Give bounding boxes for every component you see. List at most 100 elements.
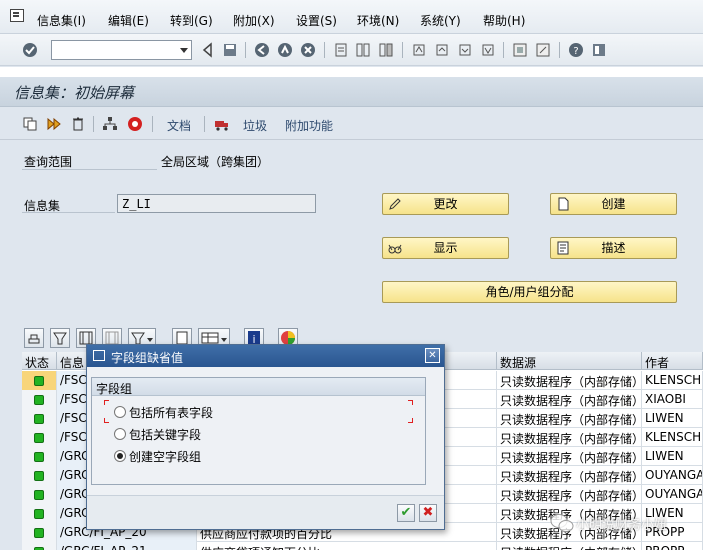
table-row[interactable]: /GRC/FI_AP_21 供应商贷项通知百分比 只读数据程序（内部存储） PR… (22, 542, 703, 550)
menu-settings[interactable]: 设置(S) (296, 12, 337, 29)
extras-button[interactable]: 附加功能 (285, 117, 333, 134)
menu-help[interactable]: 帮助(H) (483, 12, 525, 29)
customize-layout-icon[interactable] (591, 42, 607, 58)
menu-infoset[interactable]: 信息集(I) (37, 12, 86, 29)
status-cell (22, 485, 57, 504)
menu-goto[interactable]: 转到(G) (170, 12, 213, 29)
last-page-icon[interactable] (480, 42, 496, 58)
help-icon[interactable]: ? (568, 42, 584, 58)
trash-truck-icon[interactable] (214, 116, 230, 132)
generate-icon[interactable] (46, 116, 62, 132)
cancel-button[interactable]: ✖ (419, 504, 437, 522)
description-cell: 供应商贷项通知百分比 (197, 542, 497, 550)
radio-button[interactable] (114, 428, 126, 440)
find-next-icon[interactable] (378, 42, 394, 58)
source-cell: 只读数据程序（内部存储） (497, 428, 642, 447)
enter-check-icon[interactable] (22, 42, 38, 58)
status-cell (22, 447, 57, 466)
green-status-icon (34, 490, 44, 500)
sort-ascending-icon (53, 332, 67, 345)
standard-toolbar: ? (0, 34, 703, 66)
change-button-label: 更改 (433, 197, 458, 211)
role-usergroup-assign-button[interactable]: 角色/用户组分配 (382, 281, 677, 303)
glasses-icon (388, 244, 402, 254)
green-status-icon (34, 471, 44, 481)
col-header-status[interactable]: 状态 (22, 352, 57, 370)
application-toolbar: 文档 垃圾 附加功能 (0, 108, 703, 140)
find-icon[interactable] (355, 42, 371, 58)
green-status-icon (34, 433, 44, 443)
delete-icon[interactable] (70, 116, 86, 132)
documentation-button[interactable]: 文档 (167, 117, 191, 134)
radio-all-table-fields[interactable]: 包括所有表字段 (114, 404, 414, 420)
back-icon[interactable] (254, 42, 270, 58)
radio-key-fields[interactable]: 包括关键字段 (114, 426, 414, 442)
status-cell (22, 390, 57, 409)
change-button[interactable]: 更改 (382, 193, 509, 215)
save-icon[interactable] (222, 42, 238, 58)
menu-edit[interactable]: 编辑(E) (108, 12, 149, 29)
menu-environment[interactable]: 环境(N) (357, 12, 399, 29)
author-cell: LIWEN (642, 447, 703, 466)
create-button[interactable]: 创建 (550, 193, 677, 215)
dialog-footer: ✔ ✖ (87, 495, 444, 529)
radio-label: 包括所有表字段 (129, 406, 214, 420)
command-field[interactable] (51, 40, 192, 60)
role-usergroup-assign-label: 角色/用户组分配 (485, 285, 574, 299)
sort-ascending-button[interactable] (50, 328, 70, 348)
check-target-icon[interactable] (127, 116, 143, 132)
cross-icon: ✖ (422, 505, 434, 520)
infoset-input[interactable]: Z_LI (117, 194, 316, 213)
dialog-title: 字段组缺省值 (111, 351, 184, 365)
close-icon[interactable]: ✕ (425, 348, 440, 363)
separator-band (0, 67, 703, 77)
radio-button[interactable] (114, 406, 126, 418)
toolbar-separator (324, 42, 325, 58)
description-icon (557, 241, 569, 255)
dialog-title-bar[interactable]: 字段组缺省值 ✕ (87, 345, 444, 367)
dialog-menu-icon[interactable] (93, 350, 105, 361)
pencil-icon (389, 198, 401, 210)
watermark: 小明说财务小妞 (548, 506, 688, 542)
trash-button[interactable]: 垃圾 (243, 117, 267, 134)
status-cell (22, 523, 57, 542)
hierarchy-icon[interactable] (102, 116, 118, 132)
display-button[interactable]: 显示 (382, 237, 509, 259)
status-cell (22, 542, 57, 550)
cancel-icon[interactable] (300, 42, 316, 58)
prev-page-icon[interactable] (434, 42, 450, 58)
describe-button[interactable]: 描述 (550, 237, 677, 259)
menu-extras[interactable]: 附加(X) (233, 12, 275, 29)
confirm-button[interactable]: ✔ (397, 504, 415, 522)
radio-empty-fieldgroup[interactable]: 创建空字段组 (114, 448, 414, 464)
col-header-author[interactable]: 作者 (642, 352, 703, 370)
system-menu-icon[interactable] (10, 9, 24, 22)
author-cell: LIWEN (642, 409, 703, 428)
print-icon[interactable] (333, 42, 349, 58)
first-page-icon[interactable] (411, 42, 427, 58)
new-session-icon[interactable] (512, 42, 528, 58)
chevron-down-icon[interactable] (180, 48, 188, 53)
author-cell: XIAOBI (642, 390, 703, 409)
shortcut-icon[interactable] (535, 42, 551, 58)
menu-bar: 信息集(I) 编辑(E) 转到(G) 附加(X) 设置(S) 环境(N) 系统(… (0, 0, 703, 34)
title-bar: 信息集：初始屏幕 (0, 77, 703, 107)
exit-icon[interactable] (277, 42, 293, 58)
green-status-icon (34, 528, 44, 538)
status-cell (22, 428, 57, 447)
author-cell: KLENSCH (642, 428, 703, 447)
wechat-logo-icon (550, 514, 574, 532)
checkmark-icon: ✔ (400, 505, 412, 520)
back-arrow-icon[interactable] (200, 42, 216, 58)
next-page-icon[interactable] (457, 42, 473, 58)
col-header-source[interactable]: 数据源 (497, 352, 642, 370)
copy-icon[interactable] (22, 116, 38, 132)
status-cell (22, 371, 57, 390)
green-status-icon (34, 395, 44, 405)
radio-button-selected[interactable] (114, 450, 126, 462)
describe-button-label: 描述 (601, 241, 626, 255)
toolbar-separator (503, 42, 504, 58)
details-button[interactable] (24, 328, 44, 348)
menu-system[interactable]: 系统(Y) (420, 12, 461, 29)
source-cell: 只读数据程序（内部存储） (497, 485, 642, 504)
